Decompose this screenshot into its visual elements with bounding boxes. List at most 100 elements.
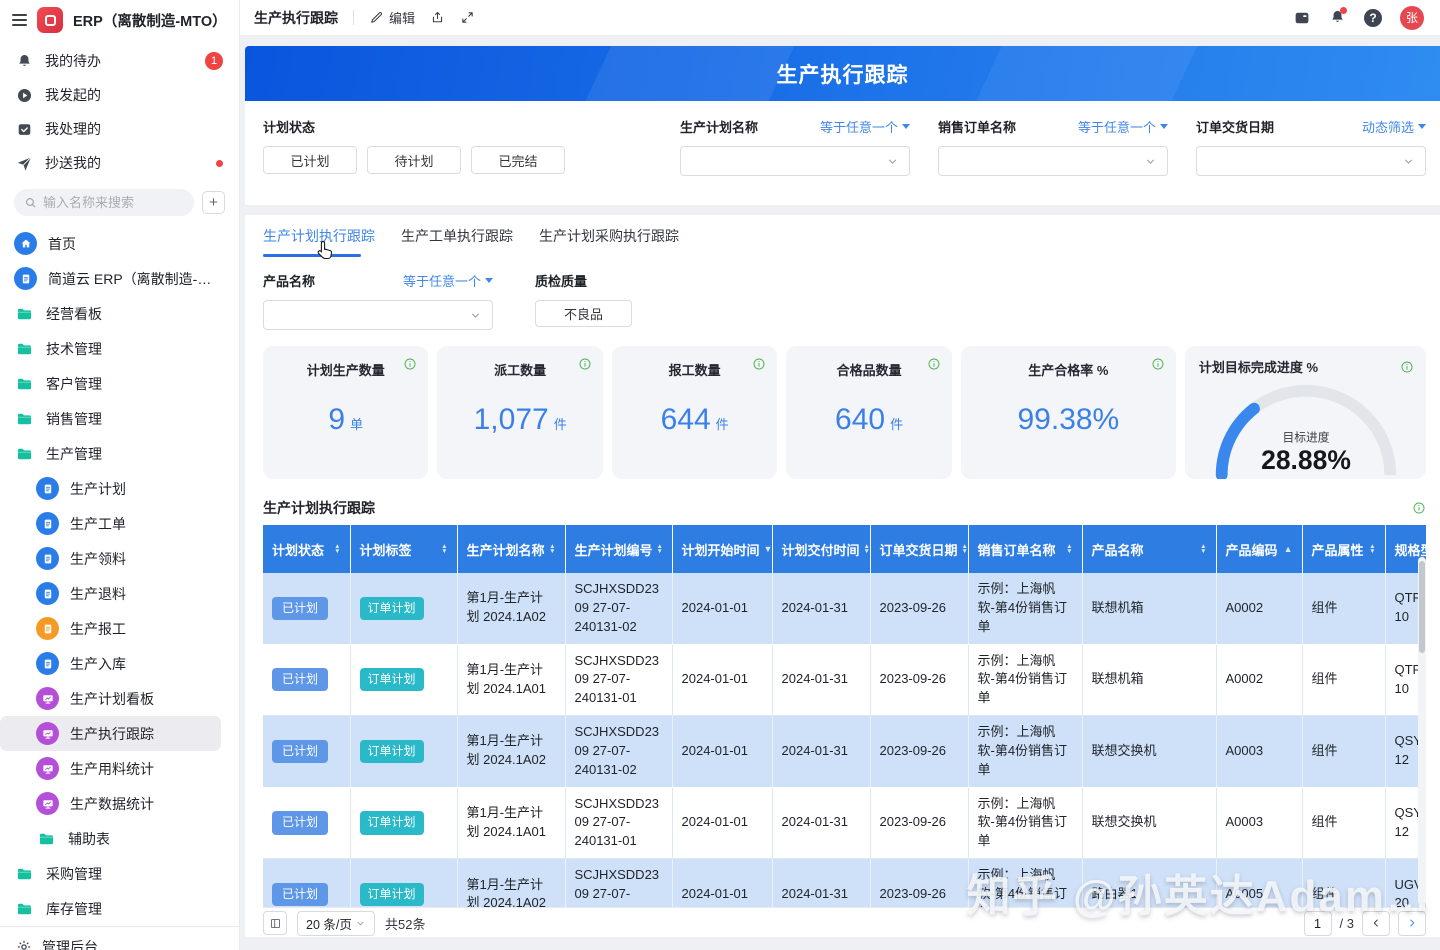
tab-plan-purchase-execution[interactable]: 生产计划采购执行跟踪 bbox=[539, 215, 679, 257]
table-row[interactable]: 已计划订单计划第1月-生产计划 2024.1A02SCJHXSDD2309 27… bbox=[263, 859, 1426, 907]
sort-icon[interactable]: ▲▼ bbox=[549, 544, 555, 555]
column-header-plan_no[interactable]: 生产计划编号▲▼ bbox=[565, 525, 672, 573]
edit-button[interactable]: 编辑 bbox=[369, 8, 415, 27]
filter-select[interactable] bbox=[938, 146, 1168, 176]
column-header-plan_name[interactable]: 生产计划名称▲▼ bbox=[457, 525, 565, 573]
sidebar-item-label: 生产退料 bbox=[70, 584, 126, 604]
defective-filter-button[interactable]: 不良品 bbox=[535, 300, 632, 327]
column-header-code[interactable]: 产品编码▲ bbox=[1216, 525, 1302, 573]
sidebar-item-production-plan[interactable]: 生产计划 bbox=[0, 471, 239, 506]
sidebar-item-auxiliary-table[interactable]: 辅助表 bbox=[0, 821, 239, 856]
sidebar-item-production-picking[interactable]: 生产领料 bbox=[0, 541, 239, 576]
info-icon[interactable] bbox=[1151, 357, 1165, 371]
search-box[interactable] bbox=[14, 189, 194, 216]
filter-option-button[interactable]: 待计划 bbox=[367, 146, 461, 174]
sidebar-item-customer-mgmt[interactable]: 客户管理 bbox=[0, 366, 239, 401]
page-input[interactable]: 1 bbox=[1304, 911, 1332, 936]
sidebar-item-cc-me[interactable]: 抄送我的 bbox=[0, 146, 239, 180]
add-button[interactable]: + bbox=[202, 191, 225, 214]
tab-workorder-execution[interactable]: 生产工单执行跟踪 bbox=[401, 215, 513, 257]
sort-icon[interactable]: ▲▼ bbox=[1066, 544, 1072, 555]
sidebar-item-todo[interactable]: 我的待办1 bbox=[0, 44, 239, 78]
info-icon[interactable] bbox=[403, 357, 417, 371]
sidebar-item-production-return[interactable]: 生产退料 bbox=[0, 576, 239, 611]
next-page-button[interactable] bbox=[1398, 911, 1426, 936]
sort-icon[interactable]: ▲ bbox=[1284, 545, 1293, 554]
kpi-label: 报工数量 bbox=[669, 360, 721, 379]
sidebar-item-production-data-stats[interactable]: 生产数据统计 bbox=[0, 786, 239, 821]
collapse-menu-icon[interactable] bbox=[12, 14, 27, 26]
info-icon[interactable] bbox=[927, 357, 941, 371]
column-header-due[interactable]: 计划交付时间▲▼ bbox=[772, 525, 870, 573]
sidebar-item-sales-mgmt[interactable]: 销售管理 bbox=[0, 401, 239, 436]
fullscreen-button[interactable] bbox=[460, 10, 475, 25]
sort-icon[interactable]: ▲▼ bbox=[657, 544, 663, 555]
sidebar-item-tech-mgmt[interactable]: 技术管理 bbox=[0, 331, 239, 366]
sort-icon[interactable]: ▲▼ bbox=[962, 544, 968, 555]
sort-icon[interactable]: ▲▼ bbox=[1369, 544, 1375, 555]
admin-console-link[interactable]: 管理后台 bbox=[0, 926, 239, 950]
table-row[interactable]: 已计划订单计划第1月-生产计划 2024.1A01SCJHXSDD2309 27… bbox=[263, 787, 1426, 859]
panel-toggle-button[interactable] bbox=[1293, 9, 1311, 27]
column-header-tag[interactable]: 计划标签▲▼ bbox=[350, 525, 457, 573]
sort-icon[interactable]: ▲▼ bbox=[864, 544, 870, 555]
cell-tag: 订单计划 bbox=[350, 644, 457, 716]
sort-icon[interactable]: ▼ bbox=[764, 545, 772, 554]
sidebar-item-initiated[interactable]: 我发起的 bbox=[0, 78, 239, 112]
product-name-select[interactable] bbox=[263, 300, 493, 330]
sort-icon[interactable]: ▲▼ bbox=[334, 544, 340, 555]
sort-icon[interactable]: ▲▼ bbox=[441, 544, 447, 555]
sidebar-item-production-plan-board[interactable]: 生产计划看板 bbox=[0, 681, 239, 716]
filter-select[interactable] bbox=[1196, 146, 1426, 176]
column-header-product[interactable]: 产品名称▲▼ bbox=[1082, 525, 1216, 573]
column-header-status[interactable]: 计划状态▲▼ bbox=[263, 525, 350, 573]
help-button[interactable]: ? bbox=[1364, 9, 1382, 27]
sidebar-item-home[interactable]: 首页 bbox=[0, 226, 239, 261]
info-icon[interactable] bbox=[1412, 501, 1426, 515]
notifications-button[interactable] bbox=[1329, 9, 1346, 26]
scrollbar-thumb[interactable] bbox=[1419, 561, 1425, 653]
filter-option-button[interactable]: 已计划 bbox=[263, 146, 357, 174]
info-icon[interactable] bbox=[578, 357, 592, 371]
table-scrollbar[interactable] bbox=[1418, 557, 1426, 905]
filter-label: 计划状态 bbox=[263, 117, 315, 136]
filter-option-button[interactable]: 已完结 bbox=[471, 146, 565, 174]
sidebar-item-purchase-mgmt[interactable]: 采购管理 bbox=[0, 856, 239, 891]
filter-operator-link[interactable]: 等于任意一个 bbox=[820, 117, 910, 136]
filter-operator-link[interactable]: 等于任意一个 bbox=[1078, 117, 1168, 136]
sidebar-item-production-mgmt[interactable]: 生产管理 bbox=[0, 436, 239, 471]
avatar[interactable]: 张 bbox=[1400, 6, 1424, 30]
sidebar-item-business-dashboard[interactable]: 经营看板 bbox=[0, 296, 239, 331]
table-row[interactable]: 已计划订单计划第1月-生产计划 2024.1A02SCJHXSDD2309 27… bbox=[263, 716, 1426, 788]
cell-delivery: 2023-09-26 bbox=[870, 573, 968, 644]
column-header-delivery[interactable]: 订单交货日期▲▼ bbox=[870, 525, 968, 573]
sidebar-item-jdy-erp[interactable]: 简道云 ERP（离散制造-MTO）… bbox=[0, 261, 239, 296]
column-settings-button[interactable] bbox=[263, 911, 287, 935]
page-size-select[interactable]: 20 条/页 bbox=[297, 911, 375, 936]
info-icon[interactable] bbox=[1400, 360, 1414, 374]
filter-select[interactable] bbox=[680, 146, 910, 176]
column-header-start[interactable]: 计划开始时间▼ bbox=[672, 525, 772, 573]
sidebar-item-inventory-mgmt[interactable]: 库存管理 bbox=[0, 891, 239, 926]
share-button[interactable] bbox=[430, 10, 445, 25]
sidebar-item-production-workorder[interactable]: 生产工单 bbox=[0, 506, 239, 541]
sort-icon[interactable]: ▲▼ bbox=[1200, 544, 1206, 555]
sidebar-item-processed[interactable]: 我处理的 bbox=[0, 112, 239, 146]
column-header-attr[interactable]: 产品属性▲▼ bbox=[1302, 525, 1385, 573]
sidebar-item-production-material-stats[interactable]: 生产用料统计 bbox=[0, 751, 239, 786]
tab-plan-execution[interactable]: 生产计划执行跟踪 bbox=[263, 215, 375, 257]
sidebar-item-production-report[interactable]: 生产报工 bbox=[0, 611, 239, 646]
sidebar-search-input[interactable] bbox=[43, 195, 184, 210]
table-row[interactable]: 已计划订单计划第1月-生产计划 2024.1A01SCJHXSDD2309 27… bbox=[263, 644, 1426, 716]
filter-operator-link[interactable]: 动态筛选 bbox=[1362, 117, 1426, 136]
prev-page-button[interactable] bbox=[1362, 911, 1390, 936]
table-row[interactable]: 已计划订单计划第1月-生产计划 2024.1A02SCJHXSDD2309 27… bbox=[263, 573, 1426, 644]
cell-status: 已计划 bbox=[263, 644, 350, 716]
product-operator-link[interactable]: 等于任意一个 bbox=[403, 271, 493, 290]
column-header-order[interactable]: 销售订单名称▲▼ bbox=[968, 525, 1082, 573]
data-table-wrap: 计划状态▲▼计划标签▲▼生产计划名称▲▼生产计划编号▲▼计划开始时间▼计划交付时… bbox=[263, 525, 1426, 907]
info-icon[interactable] bbox=[752, 357, 766, 371]
filter-label: 销售订单名称 bbox=[938, 117, 1016, 136]
sidebar-item-production-execution-tracking[interactable]: 生产执行跟踪 bbox=[0, 716, 221, 751]
sidebar-item-production-inbound[interactable]: 生产入库 bbox=[0, 646, 239, 681]
